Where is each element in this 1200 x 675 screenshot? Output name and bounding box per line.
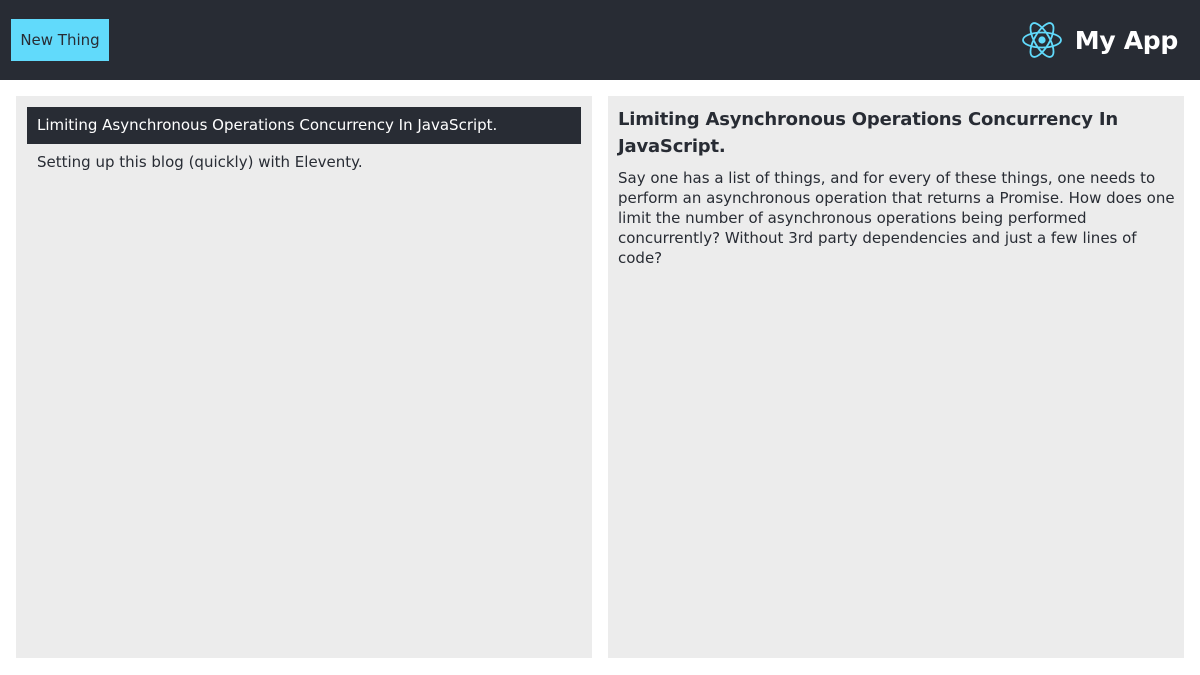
post-list-item-selected[interactable]: Limiting Asynchronous Operations Concurr… (27, 107, 581, 144)
post-list: Limiting Asynchronous Operations Concurr… (27, 107, 581, 181)
post-title: Limiting Asynchronous Operations Concurr… (618, 109, 1118, 157)
brand: My App (1021, 19, 1178, 61)
react-atom-icon (1021, 22, 1062, 58)
post-detail-panel: Limiting Asynchronous Operations Concurr… (608, 96, 1184, 658)
app-title: My App (1074, 25, 1179, 55)
post-list-item[interactable]: Setting up this blog (quickly) with Elev… (27, 144, 581, 181)
new-thing-button[interactable]: New Thing (11, 19, 109, 61)
top-bar: New Thing My App (0, 0, 1200, 80)
post-detail: Limiting Asynchronous Operations Concurr… (618, 106, 1178, 268)
post-excerpt: Say one has a list of things, and for ev… (618, 169, 1175, 267)
post-list-panel: Limiting Asynchronous Operations Concurr… (16, 96, 592, 658)
